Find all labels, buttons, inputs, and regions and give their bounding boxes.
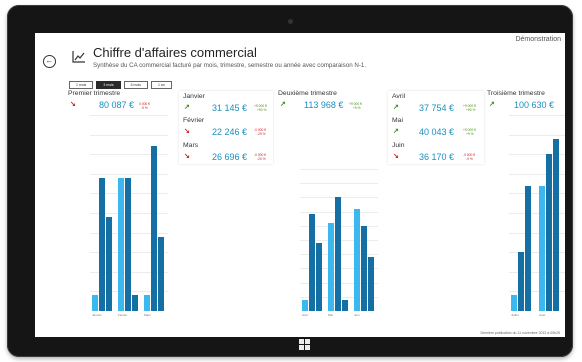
month-name: Avril — [392, 93, 406, 100]
quarter-value: 113 968 € — [304, 100, 344, 110]
app-screen: Démonstration ← Chiffre d'affaires comme… — [35, 33, 565, 337]
back-arrow-icon[interactable]: ← — [43, 55, 56, 68]
camera — [288, 19, 293, 24]
month-name: Janvier — [183, 93, 205, 100]
trend-down-icon: ↘ — [184, 153, 190, 160]
chart-bar[interactable] — [118, 177, 125, 311]
chart-bar[interactable] — [125, 177, 132, 311]
chart-bar[interactable] — [151, 146, 158, 311]
user-name[interactable]: Démonstration — [515, 36, 561, 43]
chart-bar[interactable] — [361, 225, 368, 311]
month-variation-percent: +90 % — [466, 108, 476, 112]
x-axis-label: Juin — [354, 313, 360, 317]
month-variation-percent: -29 % — [257, 132, 266, 136]
chart-bar[interactable] — [158, 236, 165, 311]
month-value: 36 170 € — [419, 152, 455, 162]
month-value: 22 246 € — [212, 127, 248, 137]
trend-down-icon: ↘ — [184, 128, 190, 135]
quarter-title: Deuxième trimestre — [278, 90, 337, 97]
month-value: 37 754 € — [419, 103, 455, 113]
month-value: 40 043 € — [419, 127, 455, 137]
chart-bar[interactable] — [328, 222, 335, 311]
last-publication: Dernière publication du 11 novembre 2013… — [480, 331, 560, 335]
month-variation-percent: -9 % — [466, 157, 473, 161]
tab-1-an[interactable]: 1 an — [150, 81, 172, 89]
x-axis-label: Avril — [302, 313, 308, 317]
chart-bar[interactable] — [132, 295, 139, 311]
month-name: Juin — [392, 142, 405, 149]
month-name: Mai — [392, 117, 403, 124]
chart-bar[interactable] — [518, 252, 525, 311]
chart-bar[interactable] — [525, 185, 532, 311]
period-tabs: 1 mois 3 mois 6 mois 1 an — [69, 81, 172, 89]
chart-bar[interactable] — [354, 208, 361, 311]
quarter-title: Premier trimestre — [68, 90, 121, 97]
chart-bar[interactable] — [553, 138, 560, 311]
chart-bar[interactable] — [511, 295, 518, 311]
month-variation-percent: +90 % — [257, 108, 267, 112]
x-axis-label: Juillet — [511, 313, 519, 317]
chart-bar[interactable] — [368, 257, 375, 311]
chart-bar[interactable] — [316, 242, 323, 311]
trend-up-icon: ↗ — [393, 128, 399, 135]
trend-down-icon: ↘ — [70, 101, 76, 108]
page-title: Chiffre d'affaires commercial — [93, 45, 257, 60]
trend-up-icon: ↗ — [393, 104, 399, 111]
tablet-frame: Démonstration ← Chiffre d'affaires comme… — [7, 5, 573, 357]
tab-6-mois[interactable]: 6 mois — [123, 81, 148, 89]
chart-bar[interactable] — [342, 299, 349, 311]
chart-bar[interactable] — [144, 295, 151, 311]
tab-1-mois[interactable]: 1 mois — [69, 81, 94, 89]
bar-chart-q2: Avril Mai Juin — [300, 169, 378, 319]
trend-down-icon: ↘ — [393, 153, 399, 160]
quarter-variation-percent: +9 % — [353, 106, 361, 110]
month-value: 31 145 € — [212, 103, 248, 113]
page-subtitle: Synthèse du CA commercial facturé par mo… — [93, 62, 367, 69]
bar-chart-q1: Janvier Février Mars — [90, 115, 168, 319]
month-name: Février — [183, 117, 205, 124]
month-name: Mars — [183, 142, 199, 149]
quarter-value: 80 087 € — [99, 100, 135, 110]
x-axis-label: Mars — [144, 313, 151, 317]
chart-bar[interactable] — [539, 185, 546, 311]
tab-3-mois[interactable]: 3 mois — [96, 81, 121, 89]
x-axis-label: Janvier — [92, 313, 102, 317]
month-value: 26 696 € — [212, 152, 248, 162]
chart-bar[interactable] — [335, 197, 342, 311]
chart-bar[interactable] — [546, 154, 553, 311]
quarter-title: Troisième trimestre — [487, 90, 545, 97]
x-axis-label: Février — [118, 313, 128, 317]
trend-up-icon: ↗ — [184, 104, 190, 111]
chart-bar[interactable] — [302, 299, 309, 311]
month-variation-percent: +9 % — [466, 132, 474, 136]
trend-up-icon: ↗ — [280, 101, 286, 108]
quarter-value: 100 630 € — [514, 100, 555, 110]
chart-bar[interactable] — [309, 214, 316, 311]
bar-chart-q3: Juillet Août — [509, 115, 565, 319]
chart-bar[interactable] — [99, 177, 106, 311]
chart-bar[interactable] — [92, 295, 99, 311]
quarter-variation-percent: -9 % — [141, 106, 148, 110]
x-axis-label: Mai — [328, 313, 333, 317]
chart-bar[interactable] — [106, 216, 113, 311]
line-chart-icon — [72, 51, 85, 63]
trend-up-icon: ↗ — [489, 101, 495, 108]
windows-logo-icon[interactable] — [299, 339, 311, 351]
month-variation-percent: -20 % — [257, 157, 266, 161]
x-axis-label: Août — [539, 313, 546, 317]
